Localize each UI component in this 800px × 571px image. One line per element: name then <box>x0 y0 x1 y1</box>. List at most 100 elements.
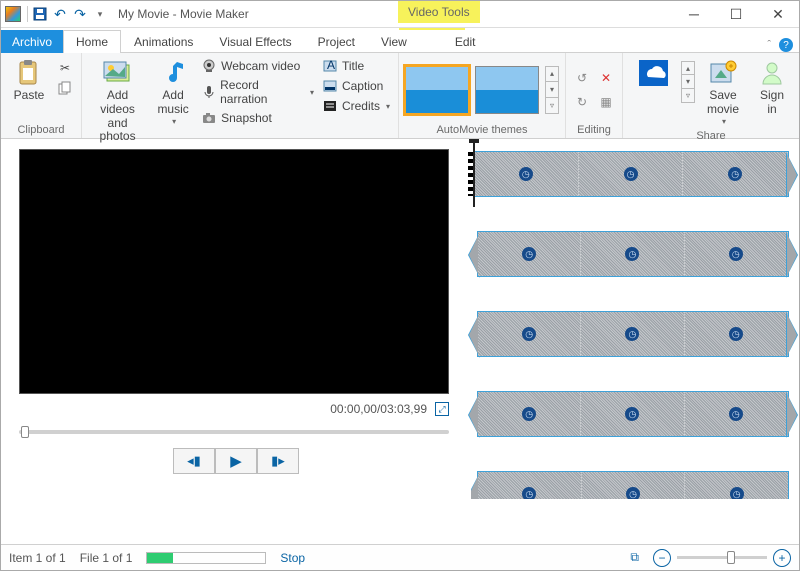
ribbon: Paste ✂ Clipboard Add videos and photos … <box>1 53 799 139</box>
automovie-theme-2[interactable] <box>475 66 539 114</box>
credits-button[interactable]: Credits▾ <box>320 97 392 115</box>
transport-controls: ◂▮ ▶ ▮▸ <box>19 448 453 474</box>
minimize-button[interactable]: ─ <box>673 1 715 27</box>
group-share: ▴ ▾ ▿ Save movie▾ Sign in Share <box>623 53 799 138</box>
scissors-icon: ✂ <box>57 60 73 76</box>
add-music-button[interactable]: Add music▾ <box>151 57 195 128</box>
share-scroll-down[interactable]: ▾ <box>681 75 695 89</box>
select-all-button[interactable]: ▦ <box>596 92 616 112</box>
stop-button[interactable]: Stop <box>280 551 305 565</box>
clock-icon: ◷ <box>624 167 638 181</box>
paste-label: Paste <box>14 89 45 103</box>
tab-animations[interactable]: Animations <box>121 30 206 53</box>
preview-pane: 00:00,00/03:03,99 ⤢ ◂▮ ▶ ▮▸ <box>1 139 461 544</box>
webcam-label: Webcam video <box>221 59 300 73</box>
copy-button[interactable] <box>55 79 75 97</box>
save-movie-label: Save movie <box>707 89 739 117</box>
tab-view[interactable]: View <box>368 30 420 53</box>
record-label: Record narration <box>220 78 304 106</box>
clock-icon: ◷ <box>626 487 640 499</box>
progress-bar <box>146 552 266 564</box>
clock-icon: ◷ <box>728 167 742 181</box>
fullscreen-button[interactable]: ⤢ <box>435 402 449 416</box>
save-movie-button[interactable]: Save movie▾ <box>699 57 747 128</box>
share-scroll-up[interactable]: ▴ <box>681 61 695 75</box>
add-videos-photos-button[interactable]: Add videos and photos <box>88 57 147 146</box>
group-label-clipboard: Clipboard <box>7 122 75 138</box>
qat-customize-button[interactable]: ▾ <box>90 4 110 24</box>
close-button[interactable]: ✕ <box>757 1 799 27</box>
caption-button[interactable]: Caption <box>320 77 392 95</box>
tab-home[interactable]: Home <box>63 30 121 53</box>
sign-in-button[interactable]: Sign in <box>751 57 793 119</box>
paste-button[interactable]: Paste <box>7 57 51 105</box>
seek-slider[interactable] <box>19 430 449 434</box>
mic-icon <box>201 84 216 100</box>
share-gallery-expand[interactable]: ▿ <box>681 89 695 103</box>
qat-save-button[interactable] <box>30 4 50 24</box>
next-frame-button[interactable]: ▮▸ <box>257 448 299 474</box>
credits-label: Credits <box>342 99 380 113</box>
qat-undo-button[interactable]: ↶ <box>50 4 70 24</box>
app-icon <box>5 6 21 22</box>
music-note-icon <box>158 59 188 87</box>
record-narration-button[interactable]: Record narration▾ <box>199 77 316 107</box>
view-thumbnails-button[interactable]: ⧉ <box>630 550 639 565</box>
playhead[interactable] <box>473 141 475 207</box>
title-icon: A <box>322 58 338 74</box>
timeline-row[interactable]: ◷ ◷ ◷ <box>471 229 795 281</box>
group-clipboard: Paste ✂ Clipboard <box>1 53 82 138</box>
clock-icon: ◷ <box>730 487 744 499</box>
maximize-button[interactable]: ☐ <box>715 1 757 27</box>
caption-icon <box>322 78 338 94</box>
status-bar: Item 1 of 1 File 1 of 1 Stop ⧉ − + <box>1 544 799 570</box>
clock-icon: ◷ <box>519 167 533 181</box>
timeline-row[interactable]: ◷ ◷ ◷ <box>471 149 795 201</box>
clock-icon: ◷ <box>522 487 536 499</box>
theme-gallery-expand[interactable]: ▿ <box>545 98 559 114</box>
webcam-video-button[interactable]: Webcam video <box>199 57 316 75</box>
clock-icon: ◷ <box>729 247 743 261</box>
title-button[interactable]: A Title <box>320 57 392 75</box>
group-add: Add videos and photos Add music▾ Webcam … <box>82 53 399 138</box>
tab-file[interactable]: Archivo <box>1 30 63 53</box>
tab-project[interactable]: Project <box>305 30 368 53</box>
zoom-control: − + <box>653 549 791 567</box>
zoom-out-button[interactable]: − <box>653 549 671 567</box>
window-title: My Movie - Movie Maker <box>118 7 249 21</box>
timeline-pane[interactable]: ◷ ◷ ◷ ◷ ◷ ◷ ◷ ◷ ◷ <box>461 139 799 544</box>
theme-scroll-up[interactable]: ▴ <box>545 66 559 82</box>
sign-in-label: Sign in <box>760 89 784 117</box>
snapshot-label: Snapshot <box>221 111 272 125</box>
qat-redo-button[interactable]: ↷ <box>70 4 90 24</box>
theme-scroll-down[interactable]: ▾ <box>545 82 559 98</box>
title-bar: ↶ ↷ ▾ My Movie - Movie Maker Video Tools… <box>1 1 799 28</box>
automovie-theme-1[interactable] <box>405 66 469 114</box>
svg-text:A: A <box>327 59 335 72</box>
help-button[interactable]: ? <box>779 38 793 52</box>
user-icon <box>757 59 787 87</box>
video-preview[interactable] <box>19 149 449 394</box>
play-button[interactable]: ▶ <box>215 448 257 474</box>
ribbon-collapse-button[interactable]: ˆ <box>767 39 771 51</box>
timeline-row[interactable]: ◷ ◷ ◷ <box>471 389 795 441</box>
zoom-in-button[interactable]: + <box>773 549 791 567</box>
title-label: Title <box>342 59 364 73</box>
tab-visual-effects[interactable]: Visual Effects <box>206 30 304 53</box>
group-automovie: ▴ ▾ ▿ AutoMovie themes <box>399 53 566 138</box>
tab-edit[interactable]: Edit <box>442 30 489 53</box>
onedrive-button[interactable] <box>629 57 677 91</box>
cut-button[interactable]: ✂ <box>55 59 75 77</box>
delete-button[interactable]: ✕ <box>596 68 616 88</box>
add-videos-label: Add videos and photos <box>92 89 143 144</box>
clock-icon: ◷ <box>625 407 639 421</box>
prev-frame-button[interactable]: ◂▮ <box>173 448 215 474</box>
timeline-row[interactable]: ◷ ◷ ◷ <box>471 469 795 499</box>
status-item-count: Item 1 of 1 <box>9 551 66 565</box>
snapshot-button[interactable]: Snapshot <box>199 109 316 127</box>
timeline-row[interactable]: ◷ ◷ ◷ <box>471 309 795 361</box>
add-music-label: Add music <box>157 89 188 117</box>
rotate-right-button[interactable]: ↻ <box>572 92 592 112</box>
rotate-left-button[interactable]: ↺ <box>572 68 592 88</box>
zoom-slider[interactable] <box>677 556 767 559</box>
